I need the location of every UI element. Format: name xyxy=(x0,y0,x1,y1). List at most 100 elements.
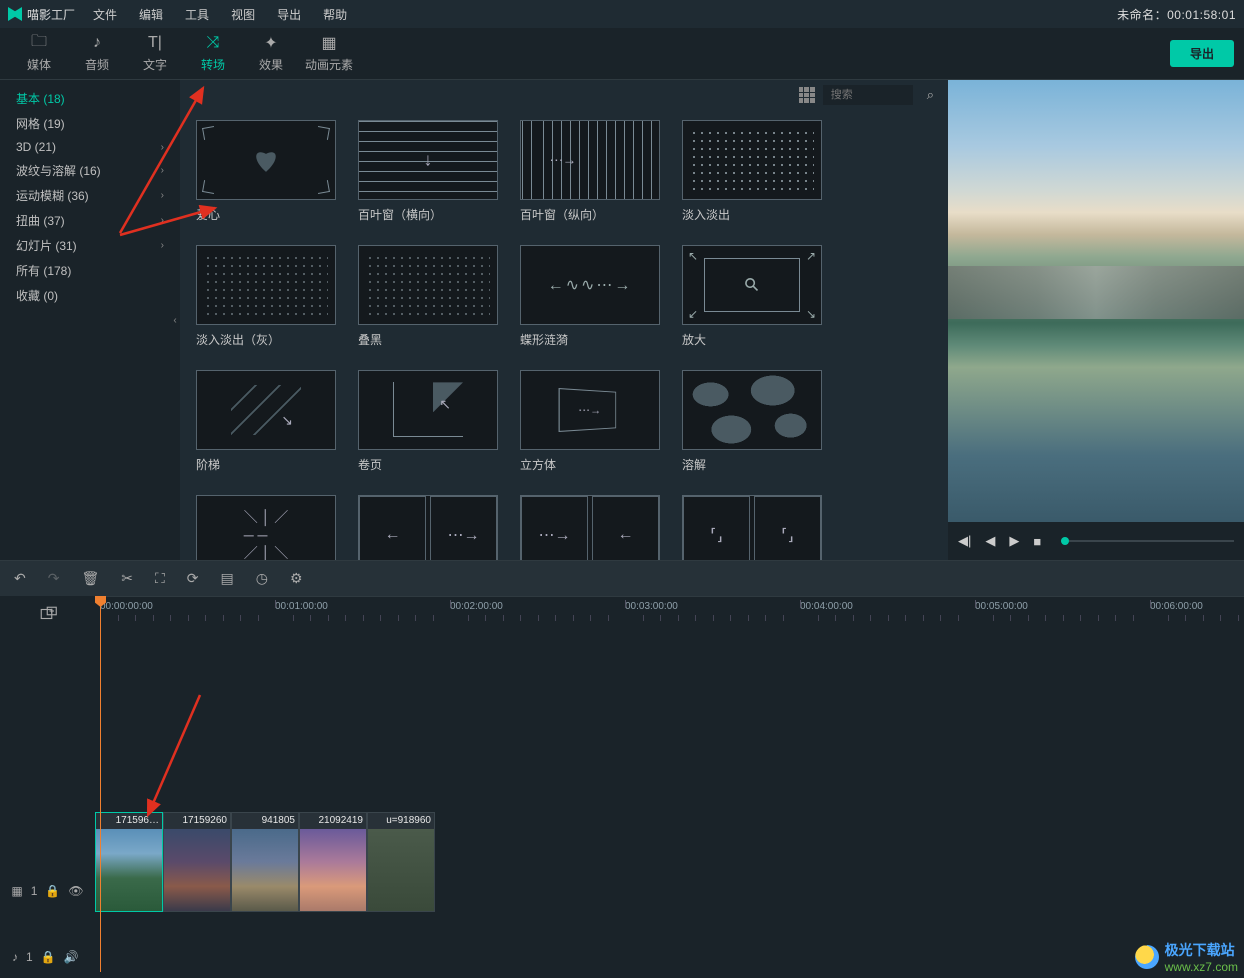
audio-track-icon: ♪ xyxy=(12,950,18,964)
menu-help[interactable]: 帮助 xyxy=(323,6,347,23)
play-back-button[interactable]: ◀ xyxy=(985,533,995,549)
sidebar-item-slide[interactable]: 幻灯片 (31)› xyxy=(0,233,180,258)
transition-page[interactable]: 卷页 xyxy=(358,370,498,473)
app-logo: 喵影工厂 xyxy=(8,6,75,23)
transition-fade[interactable]: 淡入淡出 xyxy=(682,120,822,223)
thumbs-grid: 爱心 百叶窗（横向） 百叶窗（纵向） 淡入淡出 淡入淡出（灰） 叠黑 xyxy=(180,110,948,560)
settings-button[interactable]: ⚙ xyxy=(290,570,303,587)
sidebar-item-ripple[interactable]: 波纹与溶解 (16)› xyxy=(0,158,180,183)
menu-file[interactable]: 文件 xyxy=(93,6,117,23)
tab-transition[interactable]: ⤨转场 xyxy=(184,30,242,77)
transition-corners[interactable]: ⸢⸥⸢⸥ xyxy=(682,495,822,560)
seek-handle[interactable] xyxy=(1061,537,1069,545)
transition-fade-gray[interactable]: 淡入淡出（灰） xyxy=(196,245,336,348)
chevron-right-icon: › xyxy=(161,190,164,201)
audio-track-header[interactable]: ♪ 1 🔒 🔊 xyxy=(0,942,95,972)
music-icon: ♪ xyxy=(93,34,101,52)
sidebar-item-blur[interactable]: 运动模糊 (36)› xyxy=(0,183,180,208)
heart-icon xyxy=(250,146,282,174)
preview-viewport[interactable] xyxy=(948,80,1244,522)
eye-icon[interactable]: 👁 xyxy=(68,884,83,898)
menu-items: 文件 编辑 工具 视图 导出 帮助 xyxy=(93,6,347,23)
transition-browser: ‹ ⌕ 爱心 百叶窗（横向） 百叶窗（纵向） 淡入淡出 xyxy=(180,80,948,560)
preview-image xyxy=(948,80,1244,522)
logo-icon xyxy=(8,7,22,21)
chevron-right-icon: › xyxy=(161,142,164,153)
preview-panel: ◀| ◀ ▶ ■ xyxy=(948,80,1244,560)
time-ruler[interactable]: 00:00:00:0000:01:00:0000:02:00:0000:03:0… xyxy=(95,596,1244,632)
effect-icon: ✦ xyxy=(264,34,277,52)
menu-export[interactable]: 导出 xyxy=(277,6,301,23)
transition-butterfly[interactable]: ←∿∿⋯→ 蝶形涟漪 xyxy=(520,245,660,348)
speed-button[interactable]: ⟳ xyxy=(187,570,199,587)
tab-media[interactable]: 🗀媒体 xyxy=(10,30,68,77)
transition-zoom[interactable]: ↖↗↙↘ 放大 xyxy=(682,245,822,348)
transition-blinds-v[interactable]: 百叶窗（纵向） xyxy=(520,120,660,223)
watermark: 极光下载站 www.xz7.com xyxy=(1135,940,1238,974)
seek-bar[interactable] xyxy=(1061,540,1234,542)
timeline-tracks[interactable]: 171596… 17159260 941805 21092419 u=91896… xyxy=(95,632,1244,972)
transition-dissolve[interactable]: 溶解 xyxy=(682,370,822,473)
sidebar-item-3d[interactable]: 3D (21)› xyxy=(0,136,180,158)
tab-anim[interactable]: ▦动画元素 xyxy=(300,30,358,77)
color-button[interactable]: ▤ xyxy=(221,570,234,587)
tab-audio[interactable]: ♪音频 xyxy=(68,30,126,77)
clip-4[interactable]: 21092419 xyxy=(299,812,367,912)
collapse-sidebar-button[interactable]: ‹ xyxy=(170,305,180,335)
menu-edit[interactable]: 编辑 xyxy=(139,6,163,23)
transition-burst[interactable]: ＼ │ ／─ ─／ │ ＼ xyxy=(196,495,336,560)
transition-stairs[interactable]: 阶梯 xyxy=(196,370,336,473)
transition-heart[interactable]: 爱心 xyxy=(196,120,336,223)
toolbar: 🗀媒体 ♪音频 T|文字 ⤨转场 ✦效果 ▦动画元素 导出 xyxy=(0,28,1244,80)
top-menu-bar: 喵影工厂 文件 编辑 工具 视图 导出 帮助 未命名：00:01:58:01 xyxy=(0,0,1244,28)
transition-split-out[interactable]: ←⋯→ xyxy=(358,495,498,560)
clip-3[interactable]: 941805 xyxy=(231,812,299,912)
video-track-header[interactable]: ▦ 1 🔒 👁 xyxy=(0,840,95,942)
project-title: 未命名：00:01:58:01 xyxy=(1117,6,1236,23)
transition-blinds-h[interactable]: 百叶窗（横向） xyxy=(358,120,498,223)
video-clips-row: 171596… 17159260 941805 21092419 u=91896… xyxy=(95,812,1244,914)
redo-button[interactable]: ↷ xyxy=(48,570,60,587)
clip-2[interactable]: 17159260 xyxy=(163,812,231,912)
browser-toolbar: ⌕ xyxy=(180,80,948,110)
clip-1[interactable]: 171596… xyxy=(95,812,163,912)
grid-view-icon[interactable] xyxy=(799,87,815,103)
cut-button[interactable]: ✂ xyxy=(121,570,133,587)
transition-black[interactable]: 叠黑 xyxy=(358,245,498,348)
search-input[interactable] xyxy=(823,85,913,105)
sidebar-item-all[interactable]: 所有 (178) xyxy=(0,258,180,283)
menu-tools[interactable]: 工具 xyxy=(185,6,209,23)
sidebar-item-basic[interactable]: 基本 (18) xyxy=(0,86,180,111)
lock-icon[interactable]: 🔒 xyxy=(45,884,60,898)
preview-controls: ◀| ◀ ▶ ■ xyxy=(948,522,1244,560)
lock-icon[interactable]: 🔒 xyxy=(41,950,56,964)
anim-icon: ▦ xyxy=(321,34,336,52)
transition-cube[interactable]: 立方体 xyxy=(520,370,660,473)
sidebar-item-fav[interactable]: 收藏 (0) xyxy=(0,283,180,308)
clip-5[interactable]: u=918960 xyxy=(367,812,435,912)
transition-icon: ⤨ xyxy=(207,34,220,52)
transition-split-in[interactable]: ⋯→← xyxy=(520,495,660,560)
add-track-button[interactable] xyxy=(0,596,95,632)
menu-view[interactable]: 视图 xyxy=(231,6,255,23)
tab-text[interactable]: T|文字 xyxy=(126,30,184,77)
tab-effect[interactable]: ✦效果 xyxy=(242,30,300,77)
timer-button[interactable]: ◷ xyxy=(256,570,268,587)
text-icon: T| xyxy=(148,34,162,52)
crop-button[interactable]: ⛶ xyxy=(155,570,165,587)
app-name: 喵影工厂 xyxy=(27,6,75,23)
speaker-icon[interactable]: 🔊 xyxy=(64,950,79,964)
play-button[interactable]: ▶ xyxy=(1009,533,1019,549)
delete-button[interactable]: 🗑 xyxy=(81,570,99,587)
chevron-right-icon: › xyxy=(161,240,164,251)
sidebar-item-distort[interactable]: 扭曲 (37)› xyxy=(0,208,180,233)
stop-button[interactable]: ■ xyxy=(1033,534,1041,549)
sidebar-item-grid[interactable]: 网格 (19) xyxy=(0,111,180,136)
export-button[interactable]: 导出 xyxy=(1170,40,1234,67)
chevron-right-icon: › xyxy=(161,165,164,176)
search-icon[interactable]: ⌕ xyxy=(921,87,940,103)
prev-frame-button[interactable]: ◀| xyxy=(958,533,971,549)
playhead[interactable] xyxy=(100,596,101,972)
undo-button[interactable]: ↶ xyxy=(14,570,26,587)
video-track-icon: ▦ xyxy=(11,884,22,898)
